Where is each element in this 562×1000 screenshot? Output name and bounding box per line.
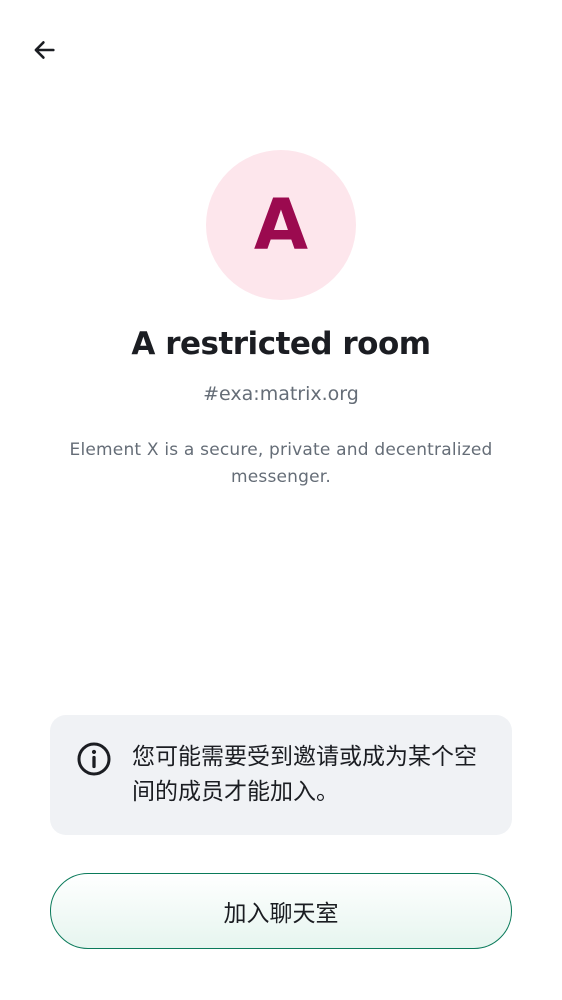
room-topic: Element X is a secure, private and decen… <box>69 440 493 487</box>
info-icon <box>77 742 111 776</box>
arrow-left-icon <box>34 41 55 59</box>
back-button[interactable] <box>22 28 66 72</box>
room-name: A restricted room <box>131 326 431 362</box>
restricted-notice-card: 您可能需要受到邀请或成为某个空间的成员才能加入。 <box>50 715 512 835</box>
join-room-button[interactable]: 加入聊天室 <box>50 873 512 949</box>
room-avatar-letter: A <box>253 184 309 266</box>
room-alias: #exa:matrix.org <box>203 383 359 405</box>
join-room-button-label: 加入聊天室 <box>223 901 339 927</box>
restricted-notice-text: 您可能需要受到邀请或成为某个空间的成员才能加入。 <box>132 744 477 805</box>
room-avatar: A <box>206 150 356 300</box>
join-room-screen: A A restricted room #exa:matrix.org Elem… <box>0 0 562 1000</box>
